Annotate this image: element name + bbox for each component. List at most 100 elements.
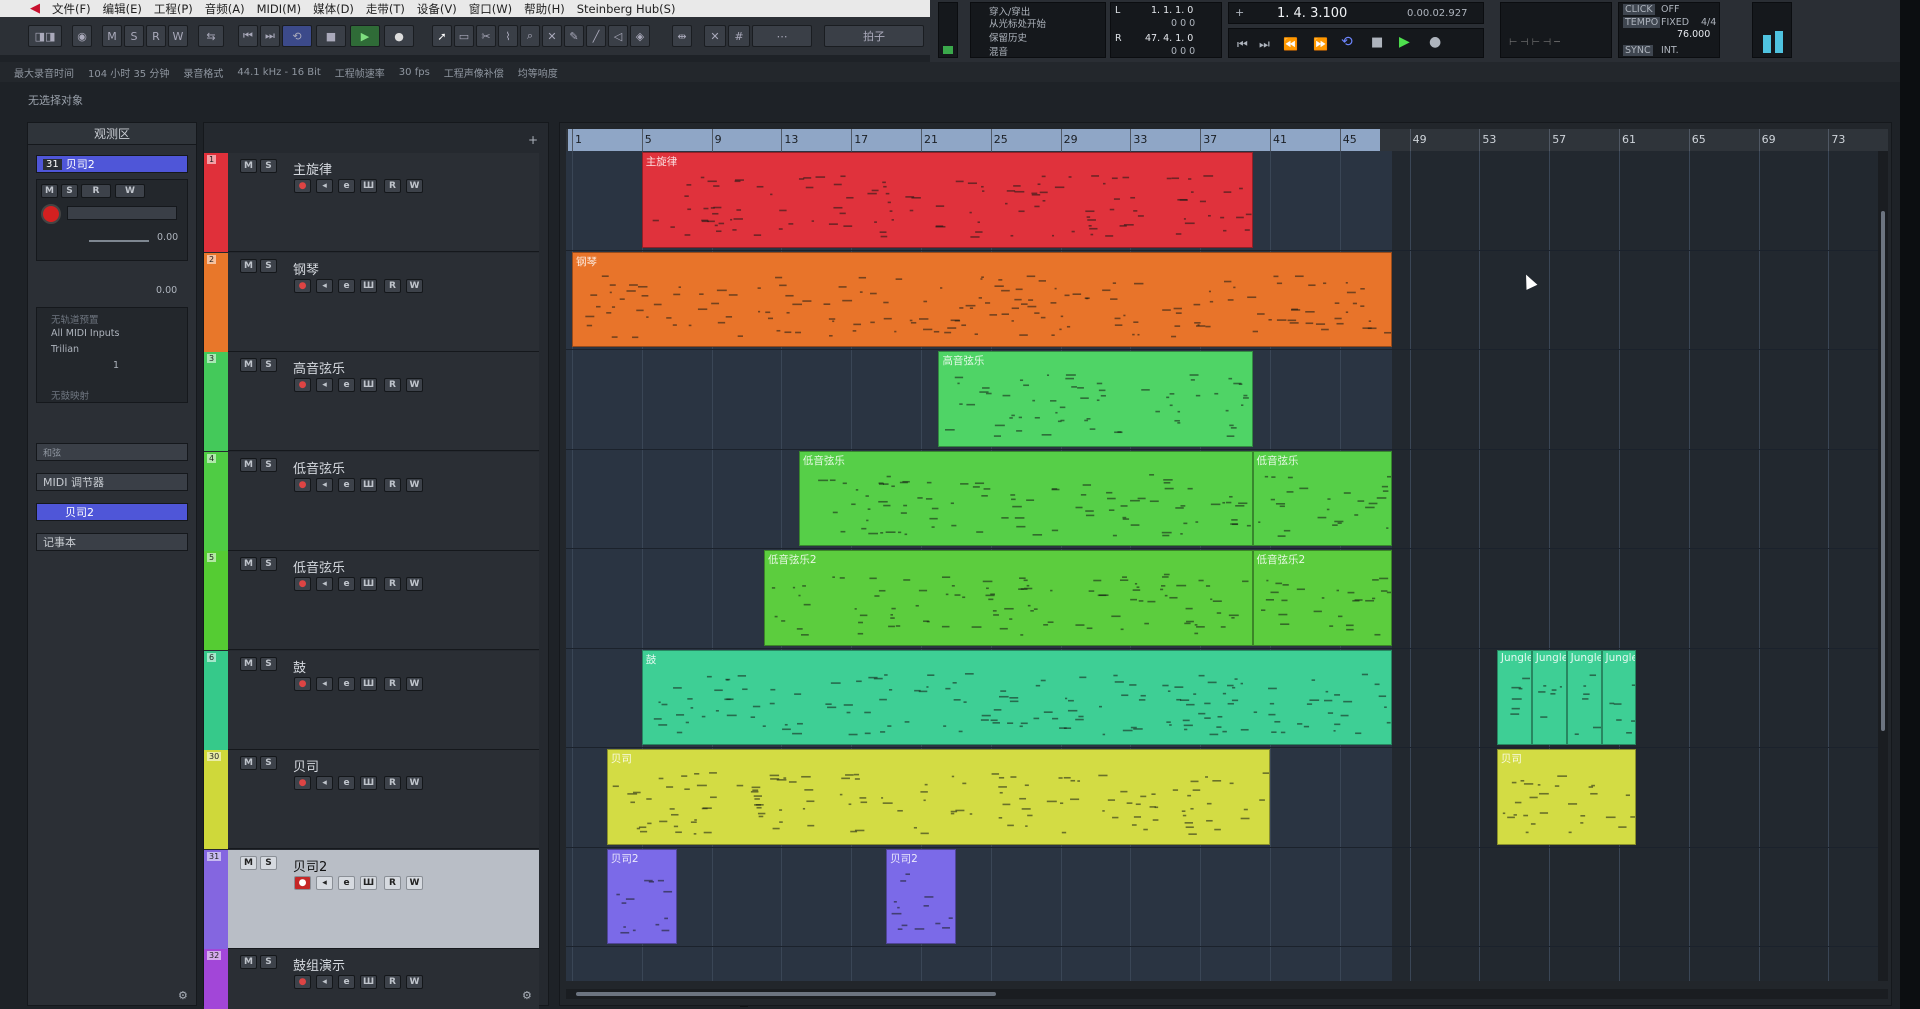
track-color-strip[interactable] <box>204 352 228 451</box>
track-mute-button[interactable]: M <box>240 457 257 472</box>
track-monitor-button[interactable]: ◂ <box>316 875 333 890</box>
midi-part[interactable]: Jungle <box>1601 649 1637 745</box>
track-read-button[interactable]: R <box>384 776 401 790</box>
track-mute-button[interactable]: M <box>240 955 257 969</box>
inspector-pan[interactable]: 0.00 <box>156 285 177 296</box>
track-solo-button[interactable]: S <box>260 457 277 472</box>
mix-label[interactable]: 混音 <box>989 44 1008 58</box>
mode-s-button[interactable]: S <box>124 25 144 47</box>
track-read-button[interactable]: R <box>384 378 401 392</box>
line-tool-icon[interactable]: ╱ <box>586 25 606 47</box>
inspector-section-midi-modifiers[interactable]: MIDI 调节器 <box>36 473 188 491</box>
midi-part[interactable]: Jungle <box>1496 649 1532 745</box>
grid-icon[interactable]: # <box>728 25 750 47</box>
inspector-track-header[interactable]: 31 贝司2 <box>36 155 188 173</box>
zoom-tool-icon[interactable]: ⌕ <box>520 25 540 47</box>
track-mute-button[interactable]: M <box>240 159 257 173</box>
track-read-button[interactable]: R <box>384 975 401 989</box>
transport-record-icon[interactable]: ● <box>1429 34 1441 50</box>
menu-devices[interactable]: 设备(V) <box>417 1 457 17</box>
event-display[interactable]: 主旋律 钢琴 高音弦乐 低音弦乐 低音弦乐 低音弦乐2 低音弦乐2 鼓 Jungle Jungle… <box>566 151 1888 981</box>
track-name[interactable]: 贝司2 <box>293 856 327 875</box>
track-record-button[interactable]: ● <box>294 776 311 790</box>
click-value[interactable]: OFF <box>1661 4 1679 15</box>
track-mute-button[interactable]: M <box>240 557 257 571</box>
track-read-button[interactable]: R <box>384 179 401 193</box>
color-tool-icon[interactable]: ◈ <box>630 25 650 47</box>
constrain-icon[interactable]: ◉ <box>72 25 92 47</box>
ruler[interactable]: 1 5 9 13 17 21 25 29 33 37 41 45 49 53 57 61 65 69 73 <box>566 129 1888 151</box>
menu-window[interactable]: 窗口(W) <box>469 1 512 17</box>
track-solo-button[interactable]: S <box>260 855 277 870</box>
track-monitor-button[interactable]: ◂ <box>316 776 333 790</box>
midi-part[interactable]: 鼓 <box>641 649 1393 745</box>
track-header[interactable]: 6 鼓 M S ● ◂ e Ш R W <box>204 650 539 750</box>
track-monitor-button[interactable]: ◂ <box>316 975 333 989</box>
track-monitor-button[interactable]: ◂ <box>316 378 333 392</box>
track-write-button[interactable]: W <box>406 776 423 790</box>
inspector-mute-button[interactable]: M <box>41 184 58 198</box>
track-lanes-button[interactable]: Ш <box>360 975 377 989</box>
midi-part[interactable]: 贝司 <box>1496 749 1637 845</box>
inspector-section-chords[interactable]: 和弦 <box>36 443 188 461</box>
track-list-settings-icon[interactable]: ⚙ <box>522 989 532 1002</box>
track-name[interactable]: 鼓 <box>293 657 306 676</box>
midi-part[interactable]: 高音弦乐 <box>938 351 1253 447</box>
tempo-mode[interactable]: FIXED <box>1661 17 1689 28</box>
track-mute-button[interactable]: M <box>240 358 257 372</box>
track-header[interactable]: 30 贝司 M S ● ◂ e Ш R W <box>204 750 539 849</box>
tempo-value[interactable]: 76.000 <box>1677 29 1710 40</box>
track-header[interactable]: 2 钢琴 M S ● ◂ e Ш R W <box>204 252 539 352</box>
track-preset[interactable]: 无轨道预置 <box>51 312 99 326</box>
track-read-button[interactable]: R <box>384 875 401 890</box>
track-monitor-button[interactable]: ◂ <box>316 676 333 691</box>
track-edit-button[interactable]: e <box>338 577 355 591</box>
to-end-icon[interactable]: ⏭ <box>1259 37 1270 52</box>
track-record-button[interactable]: ● <box>294 179 311 193</box>
track-solo-button[interactable]: S <box>260 756 277 770</box>
track-read-button[interactable]: R <box>384 477 401 492</box>
track-edit-button[interactable]: e <box>338 378 355 392</box>
track-color-strip[interactable] <box>204 451 228 551</box>
play-icon[interactable]: ▶ <box>350 25 380 47</box>
fast-forward-icon[interactable]: ⏩ <box>1313 37 1328 51</box>
pointer-tool-icon[interactable]: ➚ <box>432 25 452 47</box>
glue-tool-icon[interactable]: ⌇ <box>498 25 518 47</box>
track-mute-button[interactable]: M <box>240 258 257 273</box>
midi-part[interactable]: 贝司 <box>606 749 1270 845</box>
track-record-button[interactable]: ● <box>294 278 311 293</box>
track-edit-button[interactable]: e <box>338 477 355 492</box>
track-solo-button[interactable]: S <box>260 159 277 173</box>
track-monitor-button[interactable]: ◂ <box>316 278 333 293</box>
track-record-button[interactable]: ● <box>294 975 311 989</box>
sync-label[interactable]: SYNC <box>1623 45 1653 56</box>
left-locator-icon[interactable]: L <box>1115 5 1120 16</box>
position-bars[interactable]: 1. 4. 3.100 <box>1277 6 1347 21</box>
track-name[interactable]: 低音弦乐 <box>293 458 345 477</box>
max-record-time-value[interactable]: 104 小时 35 分钟 <box>88 65 169 80</box>
midi-input[interactable]: All MIDI Inputs <box>51 328 119 339</box>
marker-buttons[interactable]: ⊢ ⊣ ⊢ ⊣ ─ <box>1509 37 1560 48</box>
track-edit-button[interactable]: e <box>338 676 355 691</box>
track-lanes-button[interactable]: Ш <box>360 776 377 790</box>
midi-part[interactable]: 贝司2 <box>606 848 677 944</box>
menu-media[interactable]: 媒体(D) <box>313 1 354 17</box>
record-icon[interactable]: ● <box>384 25 414 47</box>
midi-output[interactable]: Trilian <box>51 344 79 355</box>
menu-audio[interactable]: 音频(A) <box>205 1 245 17</box>
sync-value[interactable]: INT. <box>1661 45 1679 56</box>
layout-icon[interactable]: ◨◨ <box>28 25 62 47</box>
cubase-logo-icon[interactable]: ◀ <box>24 0 46 17</box>
split-tool-icon[interactable]: ✂ <box>476 25 496 47</box>
inspector-record-icon[interactable] <box>41 204 61 224</box>
draw-tool-icon[interactable]: ✎ <box>564 25 584 47</box>
nudge-icon[interactable]: ⇹ <box>672 25 692 47</box>
track-solo-button[interactable]: S <box>260 656 277 671</box>
left-locator-value[interactable]: 1. 1. 1. 0 <box>1151 5 1193 16</box>
track-lanes-button[interactable]: Ш <box>360 676 377 691</box>
mode-w-button[interactable]: W <box>168 25 188 47</box>
inspector-write-button[interactable]: W <box>115 184 145 198</box>
stop-icon[interactable]: ■ <box>316 25 346 47</box>
track-mute-button[interactable]: M <box>240 756 257 770</box>
play-tool-icon[interactable]: ◁ <box>608 25 628 47</box>
